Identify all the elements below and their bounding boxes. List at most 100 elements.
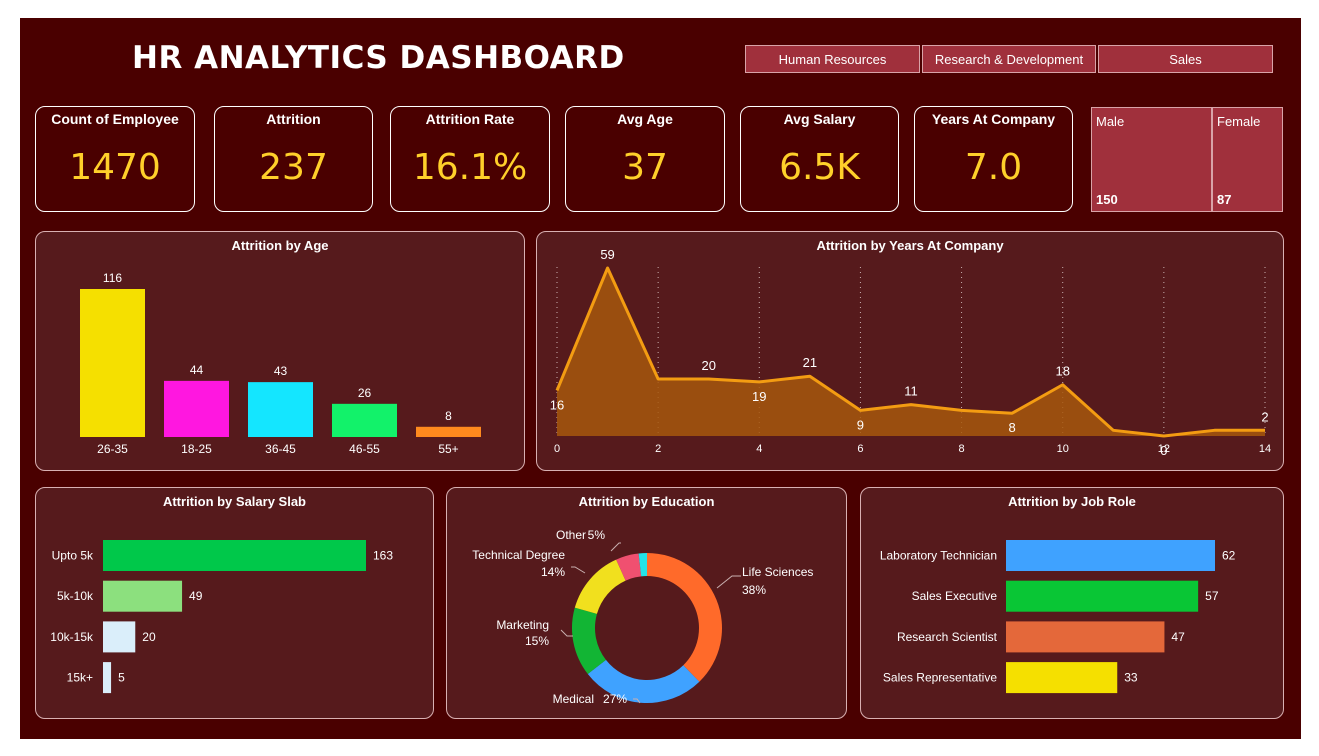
slice-pct: 5% [588,528,606,542]
tick-label: 6 [857,443,863,455]
data-label: 5 [118,671,125,685]
kpi-label: Count of Employee [51,111,179,127]
slice-technical-degree [574,559,626,614]
category-label: 15k+ [67,671,93,685]
slice-life-sciences [647,553,722,682]
panel-attrition-by-job-role: Attrition by Job Role Laboratory Technic… [860,487,1284,719]
data-label: 18 [1055,364,1069,379]
data-label: 33 [1124,671,1138,685]
years-chart: 0 2 4 6 8 10 12 14165920192191181802 [550,247,1271,458]
kpi-value: 7.0 [964,147,1023,188]
kpi-label: Years At Company [931,111,1056,127]
data-label: 49 [189,589,203,603]
data-label: 20 [142,630,156,644]
kpi-card-count-of-employee: Count of Employee 1470 [35,106,195,212]
data-label: 44 [190,363,204,377]
kpi-value: 237 [259,147,328,188]
job-role-chart: Laboratory Technician 62 Sales Executive 57… [880,540,1236,694]
gender-value: 87 [1217,192,1232,207]
kpi-value: 16.1% [412,147,528,188]
data-label: 9 [857,417,864,432]
kpi-label: Attrition Rate [425,111,515,127]
data-label: 62 [1222,549,1236,563]
slice-pct: 15% [525,634,549,648]
tick-label: 36-45 [265,442,296,456]
education-chart: Life Sciences 38% Medical 27% Marketing 15% Te… [472,528,813,706]
slice-label: Other [556,528,586,542]
category-label: Sales Executive [912,589,998,603]
slice-pct: 38% [742,583,766,597]
tick-label: 10 [1057,443,1069,455]
kpi-label: Attrition [266,111,321,127]
category-label: Sales Representative [883,671,997,685]
data-label: 43 [274,364,288,378]
kpi-value: 6.5K [779,147,860,188]
bar-research-scientist [1006,621,1165,653]
data-label: 19 [752,389,766,404]
page-title: HR ANALYTICS DASHBOARD [132,40,625,76]
data-label: 47 [1171,630,1185,644]
bar-15k- [103,662,112,694]
panel-attrition-by-years: Attrition by Years At Company 0 2 4 6 8 10 12 1… [536,231,1284,471]
data-label: 21 [803,355,817,370]
gender-male-tile[interactable]: Male 150 [1091,107,1212,212]
tick-label: 18-25 [181,442,212,456]
bar-36-45 [248,382,313,437]
slice-label: Technical Degree [472,548,565,562]
slice-label: Life Sciences [742,565,813,579]
gender-female-tile[interactable]: Female 87 [1212,107,1283,212]
category-label: Upto 5k [52,549,94,563]
tick-label: 0 [554,443,560,455]
kpi-card-years-at-company: Years At Company 7.0 [914,106,1073,212]
bar-10k-15k [103,621,136,653]
slice-pct: 14% [541,565,565,579]
category-label: Research Scientist [897,630,998,644]
tick-label: 55+ [438,442,458,456]
slice-label: Marketing [496,618,549,632]
panel-attrition-by-salary: Attrition by Salary Slab Upto 5k 163 5k-10… [35,487,434,719]
tick-label: 8 [959,443,965,455]
bar-upto-5k [103,540,366,571]
age-chart: 116 26-35 44 18-25 43 36-45 26 46-55 8 55+ [80,271,481,456]
panel-attrition-by-education: Attrition by Education Life Sciences 38% M… [446,487,847,719]
slicer-research-development[interactable]: Research & Development [922,45,1096,73]
kpi-card-avg-age: Avg Age 37 [565,106,725,212]
kpi-card-avg-salary: Avg Salary 6.5K [740,106,899,212]
tick-label: 2 [655,443,661,455]
bar-55+ [416,426,481,437]
bar-sales-representative [1006,662,1118,694]
leader-line [571,566,586,574]
leader-line [560,629,573,637]
slicer-human-resources[interactable]: Human Resources [745,45,920,73]
kpi-card-attrition-rate: Attrition Rate 16.1% [390,106,550,212]
tick-label: 26-35 [97,442,128,456]
category-label: 5k-10k [57,589,94,603]
tick-label: 14 [1259,443,1271,455]
data-label: 59 [600,247,614,262]
category-label: 10k-15k [50,630,94,644]
bar-46-55 [332,403,397,437]
bar-laboratory-technician [1006,540,1215,571]
bar-sales-executive [1006,580,1199,612]
data-label: 8 [445,409,452,423]
dashboard-canvas: HR ANALYTICS DASHBOARD Human Resources R… [20,18,1301,739]
data-label: 2 [1261,409,1268,424]
category-label: Laboratory Technician [880,549,997,563]
area-fill [557,268,1265,436]
gender-label: Female [1217,114,1261,129]
bar-26-35 [80,289,145,437]
kpi-card-attrition: Attrition 237 [214,106,373,212]
gender-label: Male [1096,114,1125,129]
data-label: 116 [103,271,122,285]
bar-5k-10k [103,580,183,612]
salary-chart: Upto 5k 163 5k-10k 49 10k-15k 20 15k+ 5 [50,540,393,694]
kpi-label: Avg Salary [783,111,856,127]
kpi-value: 37 [622,147,668,188]
data-label: 16 [550,397,564,412]
kpi-label: Avg Age [617,111,673,127]
data-label: 11 [904,384,918,399]
slice-label: Medical [553,692,594,706]
tick-label: 4 [756,443,762,455]
slice-pct: 27% [603,692,627,706]
slicer-sales[interactable]: Sales [1098,45,1273,73]
